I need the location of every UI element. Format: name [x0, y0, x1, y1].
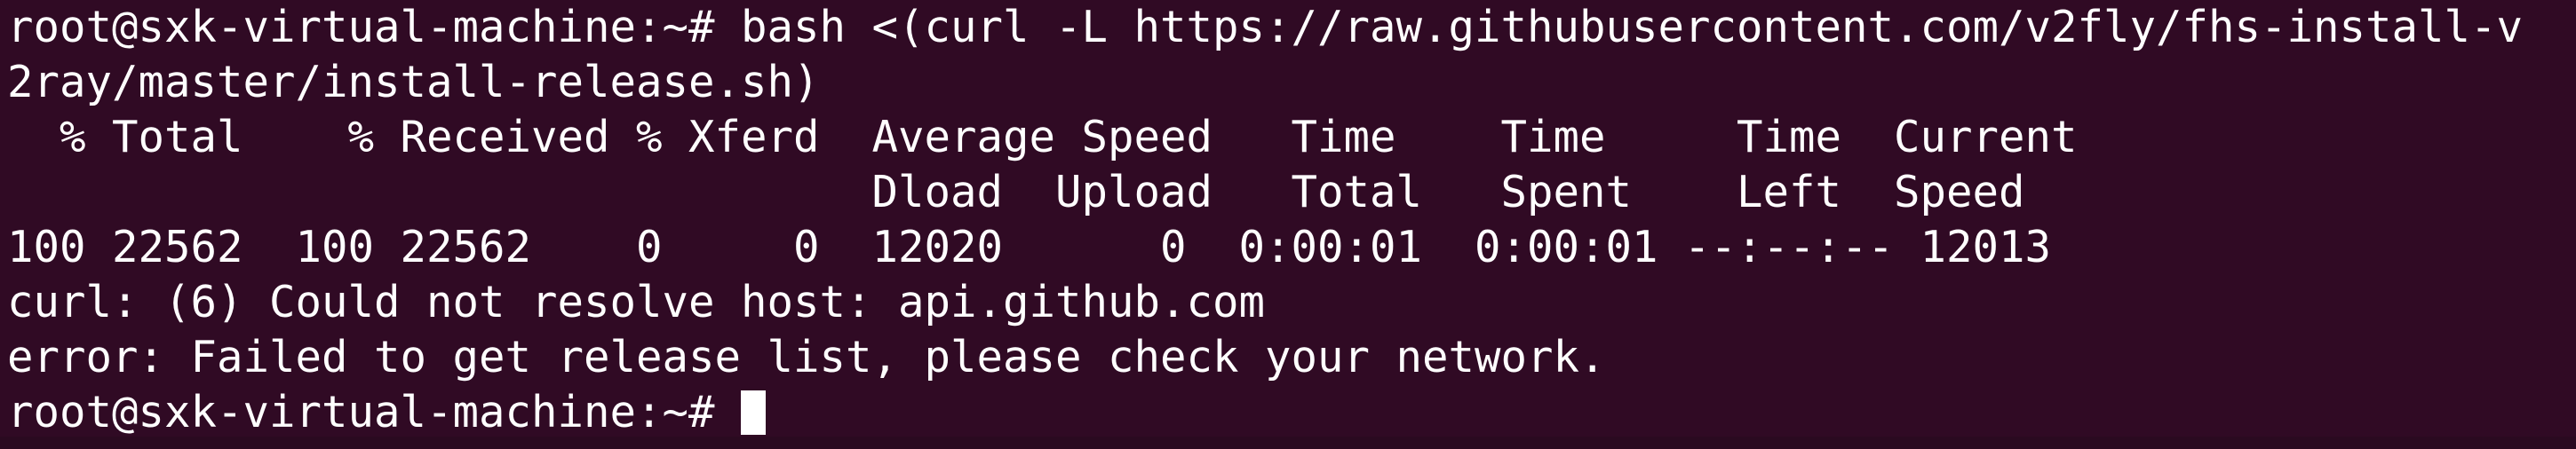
- terminal-line-command: root@sxk-virtual-machine:~# bash <(curl …: [7, 2, 2524, 52]
- text-cursor: [741, 390, 767, 435]
- curl-progress-header-2: Dload Upload Total Spent Left Speed: [7, 167, 2025, 217]
- install-error-line: error: Failed to get release list, pleas…: [7, 332, 1606, 382]
- window-bottom-edge: [0, 437, 2576, 449]
- curl-error-line: curl: (6) Could not resolve host: api.gi…: [7, 277, 1266, 327]
- terminal-prompt-line[interactable]: root@sxk-virtual-machine:~#: [7, 385, 2576, 440]
- terminal-line-command-wrap: 2ray/master/install-release.sh): [7, 57, 820, 107]
- terminal-window[interactable]: root@sxk-virtual-machine:~# bash <(curl …: [0, 0, 2576, 449]
- curl-progress-header-1: % Total % Received % Xferd Average Speed…: [7, 112, 2078, 162]
- shell-prompt: root@sxk-virtual-machine:~#: [7, 387, 742, 437]
- curl-progress-stats: 100 22562 100 22562 0 0 12020 0 0:00:01 …: [7, 222, 2052, 272]
